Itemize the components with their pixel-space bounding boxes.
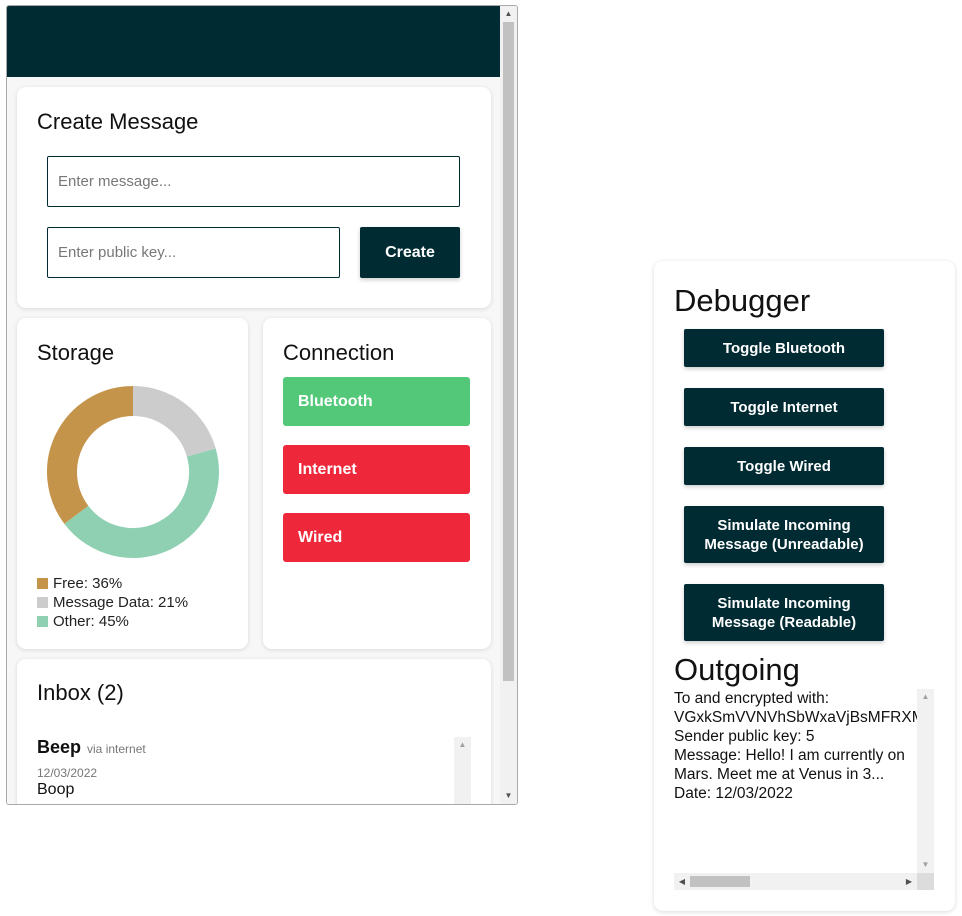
create-message-card: Create Message Create	[17, 87, 491, 308]
legend-swatch-other	[37, 616, 48, 627]
outgoing-vertical-scrollbar[interactable]: ▲ ▼	[917, 689, 934, 873]
toggle-internet-button[interactable]: Toggle Internet	[684, 388, 884, 426]
storage-card: Storage Free: 36% Message Data: 21% Othe…	[17, 318, 248, 649]
public-key-input[interactable]	[47, 227, 340, 278]
simulate-readable-button[interactable]: Simulate Incoming Message (Readable)	[684, 584, 884, 641]
scroll-down-icon[interactable]: ▼	[917, 857, 934, 873]
message-header: Beep via internet	[37, 737, 146, 758]
message-title: Beep	[37, 737, 82, 757]
internet-status-button[interactable]: Internet	[283, 445, 470, 494]
outgoing-line: Sender public key: 5	[674, 728, 815, 745]
legend-swatch-message-data	[37, 597, 48, 608]
bluetooth-status-button[interactable]: Bluetooth	[283, 377, 470, 426]
outgoing-line: Mars. Meet me at Venus in 3...	[674, 766, 885, 783]
legend-item-message-data: Message Data: 21%	[37, 593, 188, 612]
legend-label-free: Free: 36%	[53, 575, 123, 592]
toggle-wired-button[interactable]: Toggle Wired	[684, 447, 884, 485]
legend-item-other: Other: 45%	[37, 612, 188, 631]
outgoing-title: Outgoing	[674, 652, 800, 687]
donut-slice-free	[47, 386, 134, 524]
create-button[interactable]: Create	[360, 227, 460, 278]
simulate-readable-line1: Simulate Incoming	[717, 594, 851, 612]
message-body: Boop	[37, 781, 75, 798]
storage-legend: Free: 36% Message Data: 21% Other: 45%	[37, 574, 188, 631]
inbox-title: Inbox (2)	[37, 680, 124, 705]
simulate-readable-line2: Message (Readable)	[711, 613, 857, 631]
simulate-unreadable-line1: Simulate Incoming	[717, 516, 851, 534]
scrollbar-corner	[917, 873, 934, 890]
message-date: 12/03/2022	[37, 766, 98, 780]
scroll-down-icon[interactable]: ▼	[500, 788, 517, 804]
scroll-up-icon[interactable]: ▲	[454, 737, 471, 753]
inbox-scrollbar[interactable]: ▲	[454, 737, 471, 804]
scroll-up-icon[interactable]: ▲	[917, 689, 934, 705]
outgoing-log[interactable]: To and encrypted with: VGxkSmVVNVhSbWxaV…	[674, 689, 934, 890]
scroll-up-icon[interactable]: ▲	[500, 6, 517, 22]
message-via: via internet	[87, 742, 146, 756]
donut-slice-other	[64, 448, 219, 558]
create-message-title: Create Message	[37, 109, 199, 134]
outgoing-line: Date: 12/03/2022	[674, 785, 793, 802]
storage-donut-chart	[47, 386, 219, 558]
scroll-left-icon[interactable]: ◀	[674, 873, 690, 890]
wired-status-button[interactable]: Wired	[283, 513, 470, 562]
legend-item-free: Free: 36%	[37, 574, 188, 593]
connection-card: Connection Bluetooth Internet Wired	[263, 318, 491, 649]
outgoing-line: VGxkSmVVNVhSbWxaVjBsMFRXM	[674, 709, 917, 726]
debugger-panel: Debugger Toggle Bluetooth Toggle Interne…	[654, 261, 955, 911]
legend-label-other: Other: 45%	[53, 613, 129, 630]
debugger-title: Debugger	[674, 283, 811, 318]
scrollbar-thumb[interactable]	[690, 876, 750, 887]
outgoing-line: Message: Hello! I am currently on	[674, 747, 905, 764]
legend-label-message-data: Message Data: 21%	[53, 594, 189, 611]
simulate-unreadable-button[interactable]: Simulate Incoming Message (Unreadable)	[684, 506, 884, 563]
message-input[interactable]	[47, 156, 460, 207]
donut-slice-message-data	[132, 386, 216, 458]
outgoing-line: To and encrypted with:	[674, 690, 830, 707]
storage-title: Storage	[37, 340, 115, 365]
legend-swatch-free	[37, 578, 48, 589]
scroll-right-icon[interactable]: ▶	[901, 873, 917, 890]
app-scrollbar[interactable]: ▲ ▼	[500, 6, 517, 804]
app-header	[7, 6, 501, 77]
outgoing-text: To and encrypted with: VGxkSmVVNVhSbWxaV…	[674, 689, 917, 803]
outgoing-horizontal-scrollbar[interactable]: ◀ ▶	[674, 873, 934, 890]
simulate-unreadable-line2: Message (Unreadable)	[704, 535, 864, 553]
connection-title: Connection	[283, 340, 395, 365]
scrollbar-thumb[interactable]	[503, 22, 514, 681]
app-window: Create Message Create Storage Free: 36% …	[6, 5, 518, 805]
inbox-list[interactable]: Beep via internet 12/03/2022 Boop ▲	[37, 737, 471, 804]
inbox-card: Inbox (2) Beep via internet 12/03/2022 B…	[17, 659, 491, 804]
app-content: Create Message Create Storage Free: 36% …	[7, 77, 501, 804]
toggle-bluetooth-button[interactable]: Toggle Bluetooth	[684, 329, 884, 367]
